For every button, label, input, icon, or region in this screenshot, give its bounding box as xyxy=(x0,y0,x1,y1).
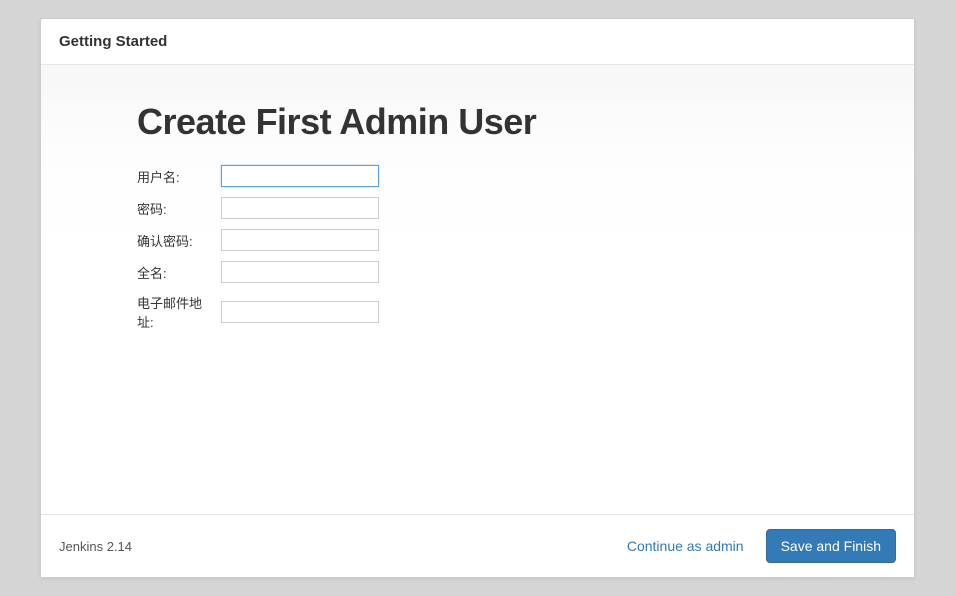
modal-body: Create First Admin User 用户名: 密码: 确认密码: 全… xyxy=(41,65,914,514)
username-input[interactable] xyxy=(221,165,379,187)
modal-header: Getting Started xyxy=(41,19,914,65)
continue-as-admin-button[interactable]: Continue as admin xyxy=(613,530,758,562)
save-and-finish-button[interactable]: Save and Finish xyxy=(766,529,896,563)
modal-title: Getting Started xyxy=(59,33,896,50)
confirm-password-input[interactable] xyxy=(221,229,379,251)
email-label: 电子邮件地址: xyxy=(137,293,221,331)
setup-wizard-modal: Getting Started Create First Admin User … xyxy=(40,18,915,578)
username-label: 用户名: xyxy=(137,167,221,186)
fullname-label: 全名: xyxy=(137,263,221,282)
email-input[interactable] xyxy=(221,301,379,323)
fullname-input[interactable] xyxy=(221,261,379,283)
confirm-password-label: 确认密码: xyxy=(137,231,221,250)
form-row-fullname: 全名: xyxy=(137,261,818,283)
modal-footer: Jenkins 2.14 Continue as admin Save and … xyxy=(41,514,914,577)
password-label: 密码: xyxy=(137,199,221,218)
password-input[interactable] xyxy=(221,197,379,219)
form-row-username: 用户名: xyxy=(137,165,818,187)
form-row-password: 密码: xyxy=(137,197,818,219)
page-title: Create First Admin User xyxy=(137,101,818,143)
form-row-confirm-password: 确认密码: xyxy=(137,229,818,251)
form-row-email: 电子邮件地址: xyxy=(137,293,818,331)
version-text: Jenkins 2.14 xyxy=(59,539,613,554)
